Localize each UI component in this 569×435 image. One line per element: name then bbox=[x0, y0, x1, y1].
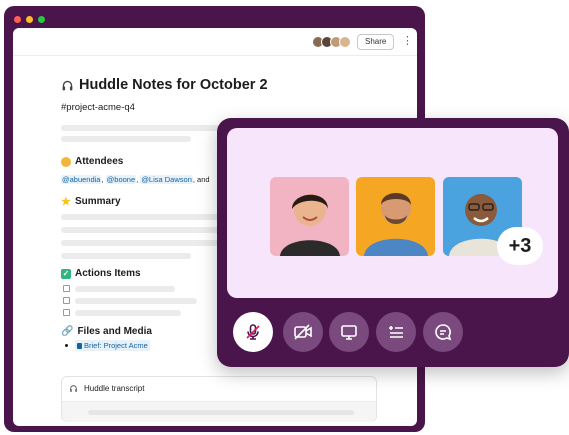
minimize-window-button[interactable] bbox=[26, 16, 33, 23]
canvas-toolbar: Share ⋮ bbox=[13, 28, 417, 56]
link-icon: 🔗 bbox=[61, 326, 74, 337]
attendees-heading-text: Attendees bbox=[75, 156, 124, 167]
mention[interactable]: @abuendia bbox=[61, 175, 102, 184]
title-text: Huddle Notes for October 2 bbox=[79, 77, 268, 93]
message-icon bbox=[435, 324, 452, 341]
participant-tile[interactable] bbox=[356, 177, 435, 256]
participant-avatar bbox=[280, 194, 340, 256]
files-heading-text: Files and Media bbox=[77, 326, 152, 337]
actions-heading: ✓ Actions Items bbox=[61, 268, 141, 279]
star-emoji: ★ bbox=[61, 195, 71, 208]
close-window-button[interactable] bbox=[14, 16, 21, 23]
chat-button[interactable] bbox=[423, 312, 463, 352]
attendees-heading: Attendees bbox=[61, 156, 123, 167]
transcript-label: Huddle transcript bbox=[84, 384, 145, 393]
document-icon bbox=[77, 342, 82, 349]
attendees-list: @abuendia, @boone, @Lisa Dawson, and bbox=[61, 175, 210, 184]
file-link-text: Brief: Project Acme bbox=[84, 341, 148, 350]
video-off-icon bbox=[294, 324, 312, 340]
participant-tile[interactable] bbox=[270, 177, 349, 256]
action-checkbox[interactable] bbox=[63, 309, 70, 316]
heart-hands-emoji bbox=[61, 156, 71, 167]
action-checkbox[interactable] bbox=[63, 285, 70, 292]
action-checkbox[interactable] bbox=[63, 297, 70, 304]
actions-heading-text: Actions Items bbox=[75, 268, 141, 279]
files-heading: 🔗 Files and Media bbox=[61, 326, 152, 337]
transcript-header: Huddle transcript bbox=[69, 384, 144, 393]
bullet bbox=[65, 344, 68, 347]
mic-off-icon bbox=[246, 324, 260, 340]
participant-avatar bbox=[364, 193, 428, 256]
summary-heading-text: Summary bbox=[75, 196, 121, 207]
video-off-button[interactable] bbox=[283, 312, 323, 352]
text-placeholder bbox=[61, 253, 191, 259]
text-placeholder bbox=[88, 410, 354, 415]
headphones-icon bbox=[70, 385, 77, 392]
page-title: Huddle Notes for October 2 bbox=[61, 77, 268, 93]
avatar bbox=[339, 36, 351, 48]
file-link[interactable]: Brief: Project Acme bbox=[75, 340, 150, 351]
text-placeholder bbox=[75, 298, 197, 304]
share-button[interactable]: Share bbox=[357, 34, 395, 50]
list-icon bbox=[389, 326, 403, 338]
text-placeholder bbox=[75, 310, 181, 316]
mention[interactable]: @Lisa Dawson bbox=[140, 175, 193, 184]
list-item: Brief: Project Acme bbox=[65, 340, 150, 351]
share-screen-button[interactable] bbox=[329, 312, 369, 352]
check-box-emoji: ✓ bbox=[61, 268, 71, 279]
window-controls bbox=[14, 16, 45, 23]
mention[interactable]: @boone bbox=[105, 175, 137, 184]
summary-heading: ★ Summary bbox=[61, 196, 121, 207]
maximize-window-button[interactable] bbox=[38, 16, 45, 23]
notes-button[interactable] bbox=[376, 312, 416, 352]
mute-mic-button[interactable] bbox=[233, 312, 273, 352]
channel-name[interactable]: #project-acme-q4 bbox=[61, 102, 135, 113]
transcript-body bbox=[62, 401, 376, 422]
monitor-icon bbox=[341, 325, 357, 340]
collaborator-avatars[interactable] bbox=[312, 36, 351, 48]
text-placeholder bbox=[61, 136, 191, 142]
kebab-icon[interactable]: ⋮ bbox=[402, 35, 413, 47]
headphones-icon bbox=[62, 80, 73, 90]
and-text: , and bbox=[192, 175, 210, 184]
huddle-transcript-card[interactable]: Huddle transcript bbox=[61, 376, 377, 422]
more-participants-badge[interactable]: +3 bbox=[497, 227, 543, 265]
text-placeholder bbox=[75, 286, 175, 292]
